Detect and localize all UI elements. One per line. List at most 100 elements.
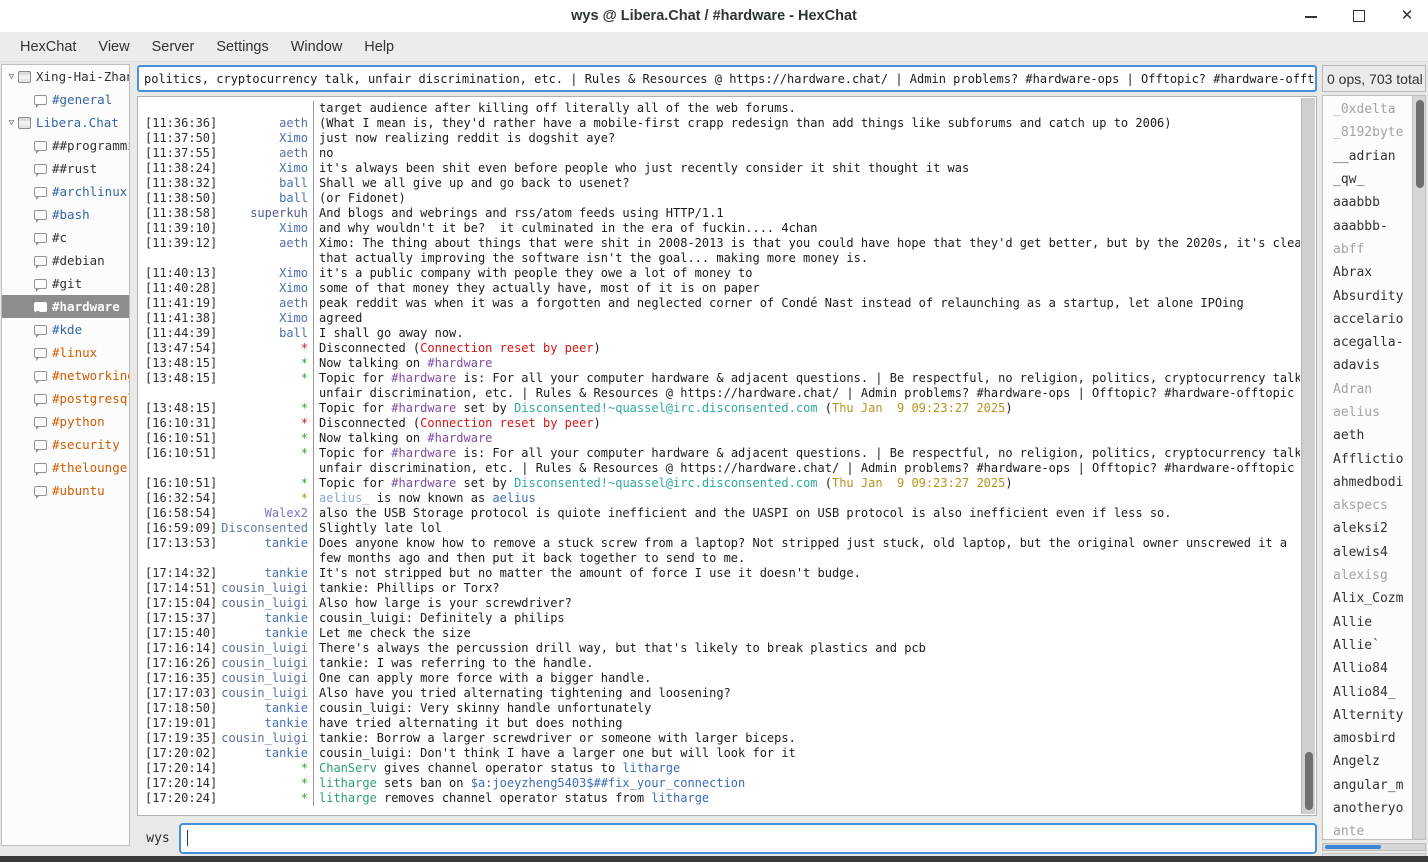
userlist-scrollbar-thumb[interactable]: [1416, 100, 1424, 188]
userlist-item[interactable]: _8192byte: [1323, 121, 1412, 144]
chat-scrollbar-thumb[interactable]: [1305, 752, 1313, 810]
menu-item-window[interactable]: Window: [280, 35, 354, 59]
topic-input[interactable]: politics, cryptocurrency talk, unfair di…: [137, 65, 1317, 92]
userlist-item[interactable]: aelius: [1323, 401, 1412, 424]
userlist-item[interactable]: Alternity: [1323, 704, 1412, 727]
userlist-hscrollbar-thumb[interactable]: [1325, 845, 1381, 849]
chat-timestamp: [11:39:12]: [139, 236, 215, 251]
userlist-item[interactable]: aaabbb-: [1323, 214, 1412, 237]
userlist-hscrollbar[interactable]: [1322, 843, 1426, 851]
tree-item-ubuntu[interactable]: #ubuntu: [2, 479, 129, 502]
tree-item-git[interactable]: #git: [2, 272, 129, 295]
expander-icon[interactable]: ▽: [2, 118, 18, 128]
userlist-item[interactable]: accelario: [1323, 308, 1412, 331]
userlist-item[interactable]: aleksi2: [1323, 517, 1412, 540]
tree-item-debian[interactable]: #debian: [2, 249, 129, 272]
userlist-item[interactable]: Alix_Cozm: [1323, 587, 1412, 610]
userlist-item[interactable]: Allio84_: [1323, 680, 1412, 703]
userlist-item[interactable]: anotheryo: [1323, 797, 1412, 820]
close-button[interactable]: ✕: [1400, 9, 1414, 23]
userlist-item[interactable]: alewis4: [1323, 541, 1412, 564]
tree-item-XingHaiZhan[interactable]: ▽Xing-Hai-Zhan: [2, 65, 129, 88]
userlist-item[interactable]: Angelz: [1323, 750, 1412, 773]
tree-item-label: ##rust: [52, 161, 97, 176]
channel-icon: [34, 302, 47, 312]
userlist-item[interactable]: _0xdelta: [1323, 98, 1412, 121]
tree-item-general[interactable]: #general: [2, 88, 129, 111]
menu-item-settings[interactable]: Settings: [205, 35, 279, 59]
userlist-item[interactable]: angular_m: [1323, 774, 1412, 797]
tree-item-bash[interactable]: #bash: [2, 203, 129, 226]
own-nick-label: wys: [137, 831, 179, 846]
userlist-item[interactable]: Afflictio: [1323, 447, 1412, 470]
userlist-item[interactable]: Allie`: [1323, 634, 1412, 657]
tree-item-linux[interactable]: #linux: [2, 341, 129, 364]
userlist-item[interactable]: Allie: [1323, 611, 1412, 634]
chat-timestamp: [16:10:51]: [139, 476, 215, 491]
userlist-item[interactable]: akspecs: [1323, 494, 1412, 517]
tree-item-label: #hardware: [52, 299, 120, 314]
tree-item-label: #security: [52, 437, 120, 452]
chat-timestamp: [17:16:26]: [139, 656, 215, 671]
chat-message: cousin_luigi: Definitely a philips: [313, 611, 1300, 626]
tree-item-postgresql[interactable]: #postgresql: [2, 387, 129, 410]
menu-item-server[interactable]: Server: [141, 35, 206, 59]
expander-icon[interactable]: ▽: [2, 72, 18, 82]
chat-line: [17:19:35]cousin_luigitankie: Borrow a l…: [139, 731, 1300, 746]
tree-item-kde[interactable]: #kde: [2, 318, 129, 341]
chat-nick: *: [215, 416, 313, 431]
tree-item-rust[interactable]: ##rust: [2, 157, 129, 180]
chat-timestamp: [11:40:28]: [139, 281, 215, 296]
userlist-item[interactable]: acegalla-: [1323, 331, 1412, 354]
chat-message-segment: and why wouldn't it be? it culminated in…: [319, 221, 818, 235]
chat-message-segment: target audience after killing off litera…: [319, 101, 796, 115]
chat-line: [17:15:37]tankiecousin_luigi: Definitely…: [139, 611, 1300, 626]
tree-item-python[interactable]: #python: [2, 410, 129, 433]
userlist-item[interactable]: Allio84: [1323, 657, 1412, 680]
tree-item-thelounge[interactable]: #thelounge: [2, 456, 129, 479]
chat-nick: tankie: [215, 611, 313, 626]
menu-item-hexchat[interactable]: HexChat: [9, 35, 87, 59]
userlist-scrollbar[interactable]: [1412, 96, 1425, 839]
tree-item-c[interactable]: #c: [2, 226, 129, 249]
tree-item-security[interactable]: #security: [2, 433, 129, 456]
chat-message-segment: removes channel operator status from: [377, 791, 652, 805]
chat-line: [11:37:50]Ximojust now realizing reddit …: [139, 131, 1300, 146]
menu-item-view[interactable]: View: [87, 35, 140, 59]
userlist-item[interactable]: amosbird: [1323, 727, 1412, 750]
chat-message: some of that money they actually have, m…: [313, 281, 1300, 296]
minimize-button[interactable]: [1304, 9, 1318, 23]
chat-line: [17:20:24]*litharge removes channel oper…: [139, 791, 1300, 806]
chat-timestamp: [17:20:02]: [139, 746, 215, 761]
maximize-button[interactable]: [1352, 9, 1366, 23]
userlist-item[interactable]: Absurdity: [1323, 284, 1412, 307]
tree-item-LiberaChat[interactable]: ▽Libera.Chat: [2, 111, 129, 134]
userlist-item[interactable]: aeth: [1323, 424, 1412, 447]
userlist-item[interactable]: abff: [1323, 238, 1412, 261]
tree-item-networking[interactable]: #networking: [2, 364, 129, 387]
userlist-item[interactable]: _qw_: [1323, 168, 1412, 191]
tree-item-programmi[interactable]: ##programmi: [2, 134, 129, 157]
userlist-item[interactable]: __adrian: [1323, 145, 1412, 168]
userlist-item[interactable]: ahmedbodi: [1323, 471, 1412, 494]
userlist-item[interactable]: Adran: [1323, 378, 1412, 401]
channel-icon: [34, 256, 47, 266]
userlist-item[interactable]: adavis: [1323, 354, 1412, 377]
chat-scrollbar[interactable]: [1301, 98, 1315, 814]
chat-message: One can apply more force with a bigger h…: [313, 671, 1300, 686]
chat-line: [11:40:28]Ximosome of that money they ac…: [139, 281, 1300, 296]
chat-message-segment: One can apply more force with a bigger h…: [319, 671, 651, 685]
channel-icon: [34, 371, 47, 381]
message-input[interactable]: [179, 823, 1317, 854]
userlist-item[interactable]: aaabbb: [1323, 191, 1412, 214]
chat-message: it's a public company with people they o…: [313, 266, 1300, 281]
tree-item-archlinux[interactable]: #archlinux: [2, 180, 129, 203]
userlist-item[interactable]: alexisg: [1323, 564, 1412, 587]
userlist-item[interactable]: Abrax: [1323, 261, 1412, 284]
chat-line: [11:38:24]Ximoit's always been shit even…: [139, 161, 1300, 176]
userlist-item[interactable]: ante: [1323, 820, 1412, 839]
tree-item-label: #bash: [52, 207, 90, 222]
menu-item-help[interactable]: Help: [353, 35, 405, 59]
tree-item-hardware[interactable]: #hardware: [2, 295, 129, 318]
chat-nick: Ximo: [215, 161, 313, 176]
